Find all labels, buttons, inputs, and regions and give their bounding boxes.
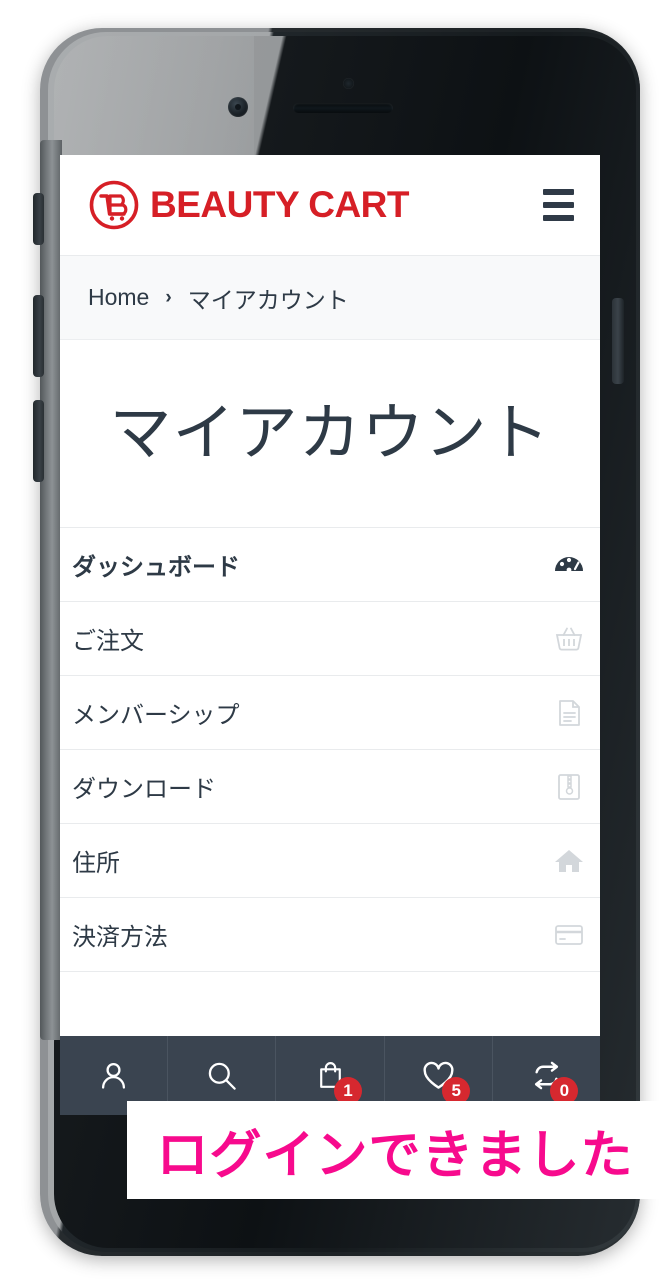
brand-logo[interactable]: BEAUTY CART bbox=[88, 179, 536, 231]
account-menu: ダッシュボード ご注文 メンバーシップ ダウンロード 住所 決済方法 bbox=[60, 527, 600, 973]
home-icon bbox=[552, 844, 586, 878]
volume-up-button[interactable] bbox=[33, 295, 44, 377]
breadcrumb-home-link[interactable]: Home bbox=[88, 284, 149, 311]
phone-left-edge bbox=[40, 140, 62, 1040]
hamburger-menu-icon[interactable] bbox=[536, 183, 580, 227]
account-menu-item-membership[interactable]: メンバーシップ bbox=[60, 676, 600, 751]
account-menu-label: ダウンロード bbox=[72, 776, 216, 804]
page-title: マイアカウント bbox=[109, 399, 551, 468]
earpiece-speaker-icon bbox=[293, 103, 393, 113]
mute-switch-button[interactable] bbox=[33, 193, 44, 245]
account-menu-item-dashboard[interactable]: ダッシュボード bbox=[60, 528, 600, 603]
search-icon bbox=[204, 1058, 239, 1093]
volume-down-button[interactable] bbox=[33, 400, 44, 482]
user-account-icon bbox=[96, 1058, 131, 1093]
hamburger-bar bbox=[542, 189, 574, 195]
account-menu-item-orders[interactable]: ご注文 bbox=[60, 602, 600, 677]
hamburger-bar bbox=[542, 202, 574, 208]
overlay-caption-banner: ログインできました bbox=[127, 1101, 663, 1199]
front-camera-icon bbox=[228, 97, 248, 117]
account-menu-label: 決済方法 bbox=[72, 924, 168, 952]
phone-screen: BEAUTY CART Home › マイアカウント マイアカウント ダッシュボ… bbox=[60, 155, 600, 1115]
credit-card-icon bbox=[552, 918, 586, 952]
account-menu-label: ダッシュボード bbox=[72, 554, 240, 582]
phone-mockup: BEAUTY CART Home › マイアカウント マイアカウント ダッシュボ… bbox=[18, 20, 645, 1260]
account-menu-item-payment-methods[interactable]: 決済方法 bbox=[60, 898, 600, 973]
overlay-caption-text: ログインできました bbox=[156, 1126, 634, 1185]
brand-name: BEAUTY CART bbox=[150, 184, 410, 225]
hamburger-bar bbox=[542, 215, 574, 221]
account-menu-label: 住所 bbox=[72, 850, 120, 878]
site-header: BEAUTY CART bbox=[60, 155, 600, 256]
shopping-cart-b-circle-logo-icon bbox=[88, 179, 140, 231]
account-menu-label: メンバーシップ bbox=[72, 702, 240, 730]
chevron-right-icon: › bbox=[165, 286, 172, 308]
document-lines-icon bbox=[552, 696, 586, 730]
dashboard-gauge-icon bbox=[552, 548, 586, 582]
account-menu-item-downloads[interactable]: ダウンロード bbox=[60, 750, 600, 825]
breadcrumb-current: マイアカウント bbox=[187, 286, 349, 313]
power-button[interactable] bbox=[612, 298, 624, 384]
download-zip-icon bbox=[552, 770, 586, 804]
account-menu-item-addresses[interactable]: 住所 bbox=[60, 824, 600, 899]
breadcrumb: Home › マイアカウント bbox=[60, 256, 600, 340]
proximity-sensor-icon bbox=[343, 78, 354, 89]
shopping-basket-icon bbox=[552, 622, 586, 656]
account-menu-label: ご注文 bbox=[72, 628, 144, 656]
